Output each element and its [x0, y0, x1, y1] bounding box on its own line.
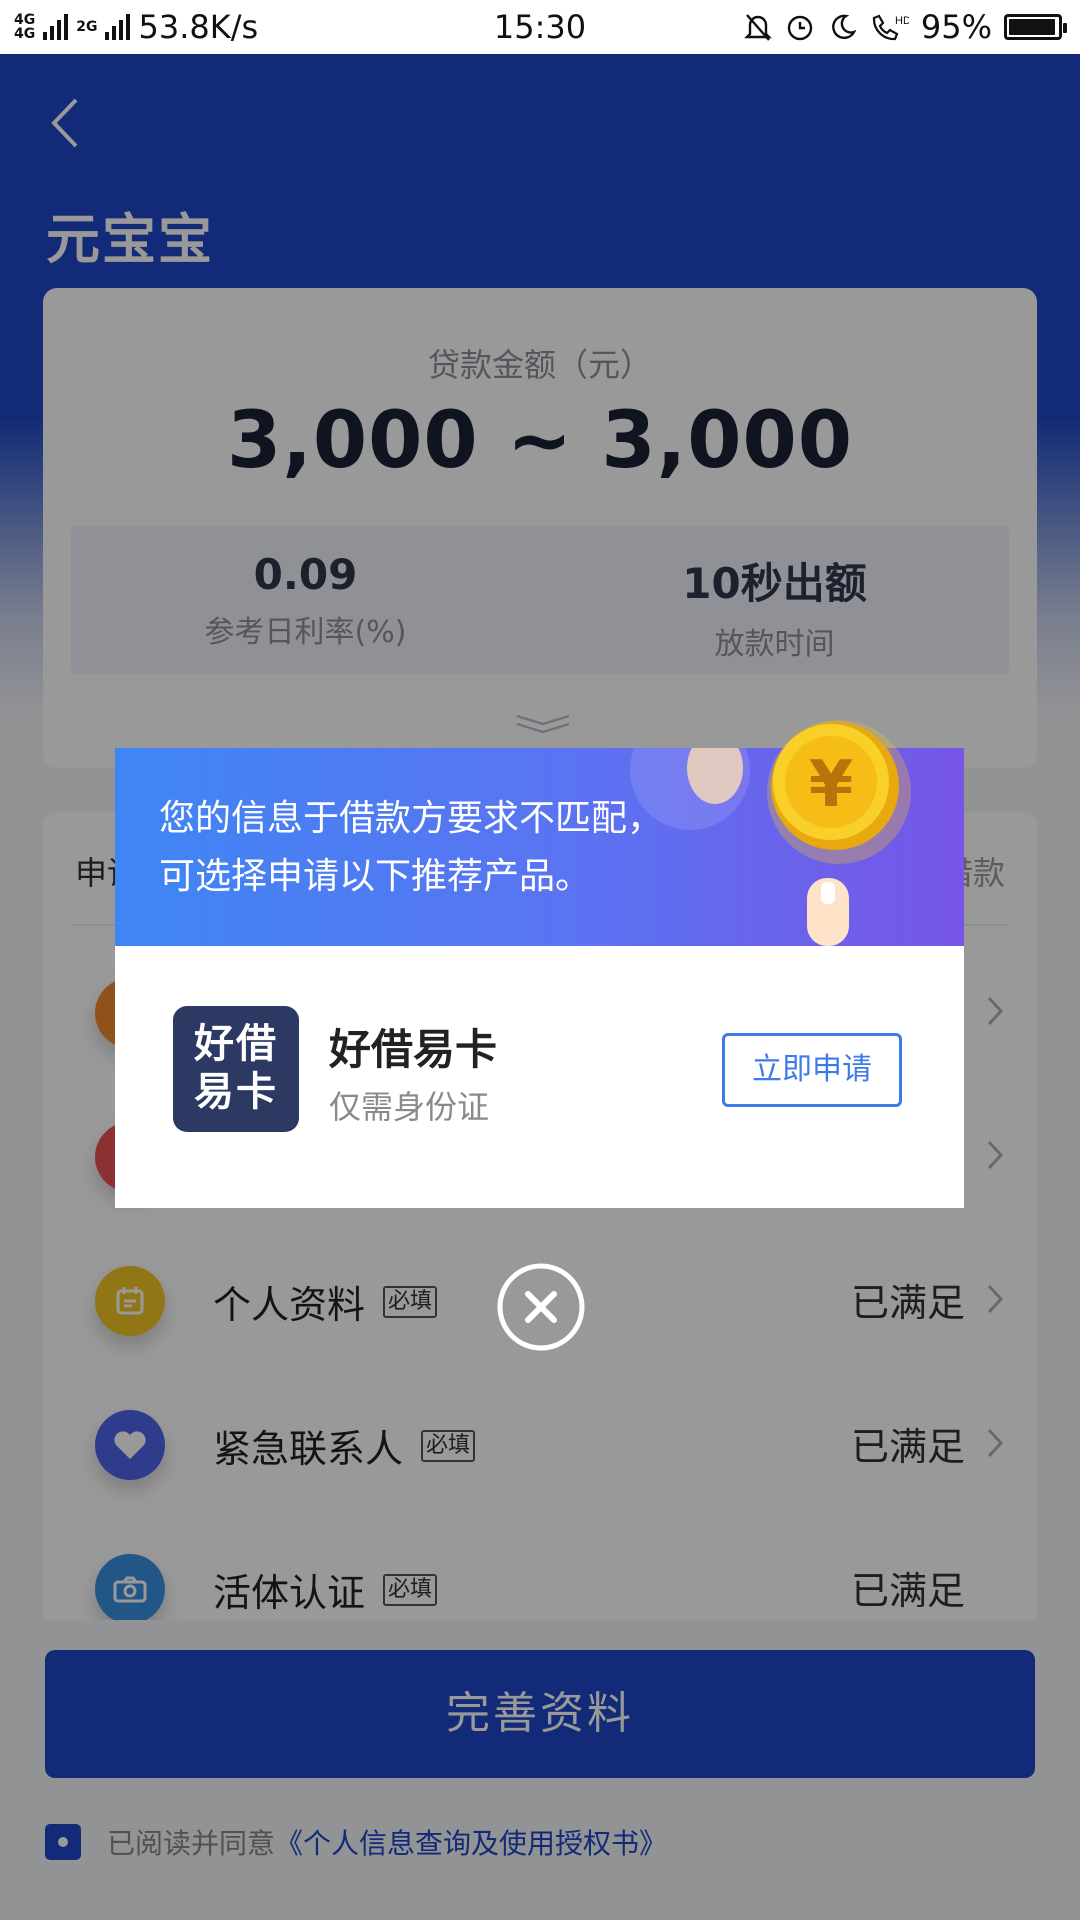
svg-text:HD: HD	[895, 15, 909, 27]
modal-message: 您的信息于借款方要求不匹配， 可选择申请以下推荐产品。	[159, 798, 664, 897]
battery-percent: 95%	[920, 8, 992, 46]
recommendation-modal: 您的信息于借款方要求不匹配， 可选择申请以下推荐产品。 ¥ 好借 易卡 好借易卡…	[115, 720, 964, 1208]
close-circle-icon[interactable]	[496, 1262, 586, 1352]
status-right: HD 95%	[743, 8, 1067, 46]
product-logo: 好借 易卡	[173, 1006, 299, 1132]
svg-text:¥: ¥	[809, 748, 854, 822]
bell-muted-icon	[743, 12, 773, 42]
product-subtitle: 仅需身份证	[329, 1088, 490, 1126]
coin-icon: ¥	[755, 708, 915, 868]
apply-now-button[interactable]: 立即申请	[722, 1033, 902, 1107]
battery-icon	[1004, 14, 1067, 40]
moon-icon	[827, 12, 857, 42]
alarm-icon	[785, 12, 815, 42]
status-bar: 4G 4G 2G 53.8K/s 15:30 HD 95%	[0, 0, 1080, 54]
modal-body: 好借 易卡 好借易卡 仅需身份证 立即申请	[115, 946, 964, 1208]
hd-call-icon: HD	[869, 12, 909, 42]
product-name: 好借易卡	[329, 1025, 498, 1074]
